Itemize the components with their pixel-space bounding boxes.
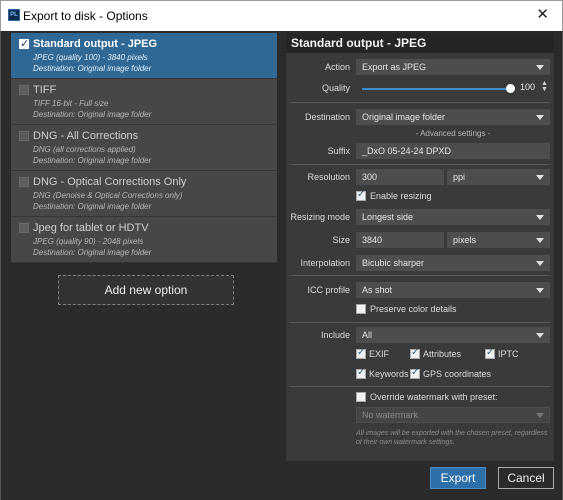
title-bar: PL Export to disk - Options ✕ — [0, 0, 563, 31]
gps-label: GPS coordinates — [423, 369, 492, 379]
divider — [290, 164, 550, 165]
exif-checkbox[interactable] — [356, 347, 366, 359]
option-item-jpeg-tablet[interactable]: Jpeg for tablet or HDTV JPEG (quality 90… — [11, 217, 277, 263]
size-label: Size — [332, 235, 350, 245]
size-unit-dropdown[interactable]: pixels — [447, 232, 550, 248]
option-settings-panel: Standard output - JPEG Action Export as … — [286, 33, 554, 461]
option-checkbox[interactable] — [19, 37, 29, 50]
resolution-label: Resolution — [307, 172, 350, 182]
option-checkbox[interactable] — [19, 223, 29, 233]
option-destination: Destination: Original image folder — [33, 156, 152, 165]
option-detail: JPEG (quality 100) - 3840 pixels — [33, 53, 148, 62]
quality-spinner-icon[interactable]: ▲ ▼ — [541, 80, 548, 93]
icc-profile-label: ICC profile — [307, 285, 350, 295]
iptc-checkbox[interactable] — [485, 347, 495, 359]
keywords-label: Keywords — [369, 369, 409, 379]
action-label: Action — [324, 62, 350, 72]
divider — [290, 386, 550, 387]
size-input[interactable]: 3840 — [356, 232, 444, 248]
quality-label: Quality — [321, 83, 350, 93]
watermark-note: All images will be exported with the cho… — [356, 430, 548, 446]
close-icon[interactable]: ✕ — [536, 6, 549, 24]
resolution-unit-dropdown[interactable]: ppi — [447, 169, 550, 185]
action-dropdown[interactable]: Export as JPEG — [356, 59, 550, 75]
option-detail: TIFF 16-bit - Full size — [33, 99, 109, 108]
panel-title: Standard output - JPEG — [286, 33, 554, 53]
option-title: Jpeg for tablet or HDTV — [33, 222, 149, 234]
option-destination: Destination: Original image folder — [33, 202, 152, 211]
quality-slider[interactable] — [362, 88, 509, 90]
advanced-settings-label: - Advanced settings - — [415, 129, 491, 138]
include-dropdown[interactable]: All — [356, 327, 550, 343]
watermark-preset-dropdown[interactable]: No watermark — [356, 407, 550, 423]
attributes-checkbox[interactable] — [410, 347, 420, 359]
suffix-label: Suffix — [327, 146, 350, 156]
attributes-label: Attributes — [423, 349, 462, 359]
cancel-button[interactable]: Cancel — [498, 467, 554, 489]
enable-resizing-label: Enable resizing — [370, 191, 432, 201]
keywords-checkbox[interactable] — [356, 367, 366, 379]
preserve-color-checkbox[interactable] — [356, 304, 366, 314]
option-checkbox[interactable] — [19, 177, 29, 187]
interpolation-dropdown[interactable]: Bicubic sharper — [356, 255, 550, 271]
quality-slider-handle[interactable] — [506, 84, 515, 93]
exif-label: EXIF — [369, 349, 390, 359]
suffix-input[interactable]: _DxO 05-24-24 DPXD — [356, 143, 550, 159]
quality-value[interactable]: 100 — [520, 82, 535, 92]
include-label: Include — [320, 330, 350, 340]
resolution-input[interactable]: 300 — [356, 169, 444, 185]
option-item-tiff[interactable]: TIFF TIFF 16-bit - Full size Destination… — [11, 79, 277, 125]
option-title: TIFF — [33, 84, 57, 96]
divider — [290, 322, 550, 323]
add-new-option-button[interactable]: Add new option — [58, 275, 234, 305]
iptc-label: IPTC — [498, 349, 519, 359]
window-title: Export to disk - Options — [23, 9, 148, 23]
option-title: Standard output - JPEG — [33, 38, 158, 50]
divider — [290, 102, 550, 103]
resizing-mode-dropdown[interactable]: Longest side — [356, 209, 550, 225]
option-title: DNG - All Corrections — [33, 130, 139, 142]
override-watermark-label: Override watermark with preset: — [370, 392, 498, 402]
option-detail: JPEG (quality 90) - 2048 pixels — [33, 237, 144, 246]
option-detail: DNG (all corrections applied) — [33, 145, 136, 154]
option-checkbox[interactable] — [19, 131, 29, 141]
option-item-dng-optical[interactable]: DNG - Optical Corrections Only DNG (Deno… — [11, 171, 277, 217]
option-title: DNG - Optical Corrections Only — [33, 176, 187, 188]
destination-label: Destination — [304, 112, 350, 122]
resizing-mode-label: Resizing mode — [290, 212, 350, 222]
option-destination: Destination: Original image folder — [33, 248, 152, 257]
export-button[interactable]: Export — [430, 467, 486, 489]
option-item-standard-jpeg[interactable]: Standard output - JPEG JPEG (quality 100… — [11, 33, 277, 79]
divider — [290, 275, 550, 276]
option-detail: DNG (Denoise & Optical Corrections only) — [33, 191, 183, 200]
destination-dropdown[interactable]: Original image folder — [356, 109, 550, 125]
preserve-color-label: Preserve color details — [370, 304, 457, 314]
interpolation-label: Interpolation — [300, 258, 350, 268]
gps-checkbox[interactable] — [410, 367, 420, 379]
export-options-list: Standard output - JPEG JPEG (quality 100… — [11, 33, 277, 263]
option-destination: Destination: Original image folder — [33, 110, 152, 119]
option-item-dng-all[interactable]: DNG - All Corrections DNG (all correctio… — [11, 125, 277, 171]
icc-profile-dropdown[interactable]: As shot — [356, 282, 550, 298]
dialog-body: Standard output - JPEG JPEG (quality 100… — [0, 31, 563, 500]
option-checkbox[interactable] — [19, 85, 29, 95]
override-watermark-checkbox[interactable] — [356, 392, 366, 402]
enable-resizing-checkbox[interactable] — [356, 189, 366, 201]
app-icon: PL — [8, 9, 20, 21]
option-destination: Destination: Original image folder — [33, 64, 152, 73]
